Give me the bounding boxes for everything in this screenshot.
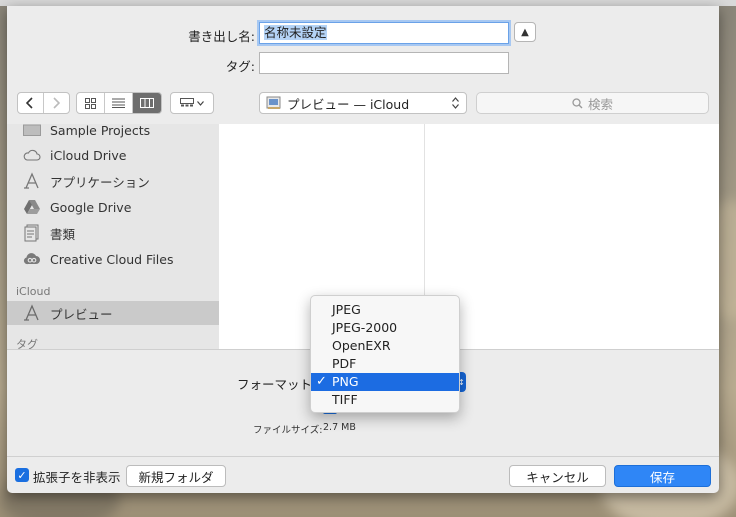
- export-dialog: 書き出し名: 名称未設定 ▲ タグ: プレビュー — iCloud 検索 Sam…: [7, 6, 719, 493]
- sidebar-item-preview[interactable]: プレビュー: [7, 301, 219, 325]
- sidebar-section-tags: タグ: [16, 338, 38, 350]
- location-label: プレビュー — iCloud: [287, 96, 410, 112]
- forward-button[interactable]: [44, 93, 69, 113]
- file-size-value: 2.7 MB: [323, 422, 356, 433]
- icon-view-button[interactable]: [77, 93, 105, 113]
- menu-item-tiff[interactable]: TIFF: [311, 391, 459, 409]
- chevron-left-icon: [26, 97, 33, 109]
- google-drive-icon: [22, 198, 42, 216]
- columns-icon: [140, 98, 154, 108]
- checkmark-icon: ✓: [316, 374, 327, 389]
- checkmark-icon: ✓: [17, 468, 27, 482]
- column-view-button[interactable]: [133, 93, 161, 113]
- menu-item-label: PNG: [332, 374, 359, 389]
- cancel-button[interactable]: キャンセル: [509, 465, 606, 487]
- sidebar-item-creative-cloud[interactable]: Creative Cloud Files: [7, 247, 219, 271]
- sidebar-item-documents[interactable]: 書類: [7, 221, 219, 245]
- menu-item-png[interactable]: ✓ PNG: [311, 373, 459, 391]
- sidebar-item-label: プレビュー: [50, 306, 113, 322]
- list-view-button[interactable]: [105, 93, 133, 113]
- menu-item-jpeg[interactable]: JPEG: [311, 301, 459, 319]
- chevron-up-icon: ▲: [521, 26, 529, 38]
- menu-item-label: JPEG-2000: [332, 320, 398, 335]
- search-placeholder: 検索: [587, 96, 613, 112]
- expand-dialog-button[interactable]: ▲: [514, 22, 536, 42]
- location-popup[interactable]: プレビュー — iCloud: [259, 92, 467, 114]
- format-menu: JPEG JPEG-2000 OpenEXR PDF ✓ PNG TIFF: [310, 295, 460, 413]
- applications-icon: [22, 172, 42, 190]
- sidebar-item-label: iCloud Drive: [50, 147, 127, 163]
- creative-cloud-icon: [22, 250, 42, 268]
- documents-icon: [22, 224, 42, 242]
- arrange-button[interactable]: [171, 93, 213, 113]
- menu-item-label: TIFF: [332, 392, 358, 407]
- menu-item-jpeg-2000[interactable]: JPEG-2000: [311, 319, 459, 337]
- sidebar-item-label: 書類: [50, 226, 76, 242]
- back-button[interactable]: [18, 93, 44, 113]
- browser-column-2[interactable]: [425, 124, 719, 350]
- preview-app-icon: [266, 96, 281, 109]
- chevron-updown-icon: [452, 97, 459, 109]
- back-forward-control: [17, 92, 70, 114]
- sidebar-item-label: Creative Cloud Files: [50, 251, 174, 267]
- format-label: フォーマット: [237, 377, 313, 392]
- tags-field[interactable]: [259, 52, 509, 74]
- sidebar: Sample Projects iCloud Drive アプリケーション Go…: [7, 124, 219, 350]
- list-icon: [112, 98, 125, 108]
- menu-item-pdf[interactable]: PDF: [311, 355, 459, 373]
- sidebar-item-applications[interactable]: アプリケーション: [7, 169, 219, 193]
- sidebar-item-label: Google Drive: [50, 199, 132, 215]
- search-icon: [572, 97, 583, 108]
- arrange-control[interactable]: [170, 92, 214, 114]
- cloud-icon: [22, 146, 42, 164]
- folder-icon: [22, 124, 42, 139]
- applications-icon: [22, 304, 42, 322]
- export-as-field[interactable]: 名称未設定: [259, 22, 509, 44]
- grid-icon: [85, 97, 96, 109]
- sidebar-item-icloud-drive[interactable]: iCloud Drive: [7, 143, 219, 167]
- chevron-down-icon: [197, 100, 204, 106]
- file-size-label: ファイルサイズ:: [253, 425, 323, 436]
- sidebar-item-label: Sample Projects: [50, 124, 151, 138]
- menu-item-openexr[interactable]: OpenEXR: [311, 337, 459, 355]
- view-mode-control: [76, 92, 162, 114]
- hide-extension-checkbox[interactable]: ✓: [15, 468, 29, 482]
- new-folder-button[interactable]: 新規フォルダ: [126, 465, 226, 487]
- menu-item-label: OpenEXR: [332, 338, 391, 353]
- sidebar-item-sample-projects[interactable]: Sample Projects: [7, 124, 219, 142]
- sidebar-item-label: アプリケーション: [50, 174, 150, 190]
- sidebar-item-google-drive[interactable]: Google Drive: [7, 195, 219, 219]
- export-as-label: 書き出し名:: [188, 29, 255, 44]
- tags-label: タグ:: [225, 59, 255, 74]
- save-button[interactable]: 保存: [614, 465, 711, 487]
- footer-divider: [7, 456, 719, 457]
- search-field[interactable]: 検索: [476, 92, 709, 114]
- chevron-right-icon: [53, 97, 61, 109]
- menu-item-label: PDF: [332, 356, 357, 371]
- export-as-value: 名称未設定: [264, 25, 327, 40]
- sidebar-section-icloud: iCloud: [16, 285, 51, 298]
- gallery-icon: [180, 98, 194, 107]
- hide-extension-label: 拡張子を非表示: [33, 470, 121, 485]
- menu-item-label: JPEG: [332, 302, 361, 317]
